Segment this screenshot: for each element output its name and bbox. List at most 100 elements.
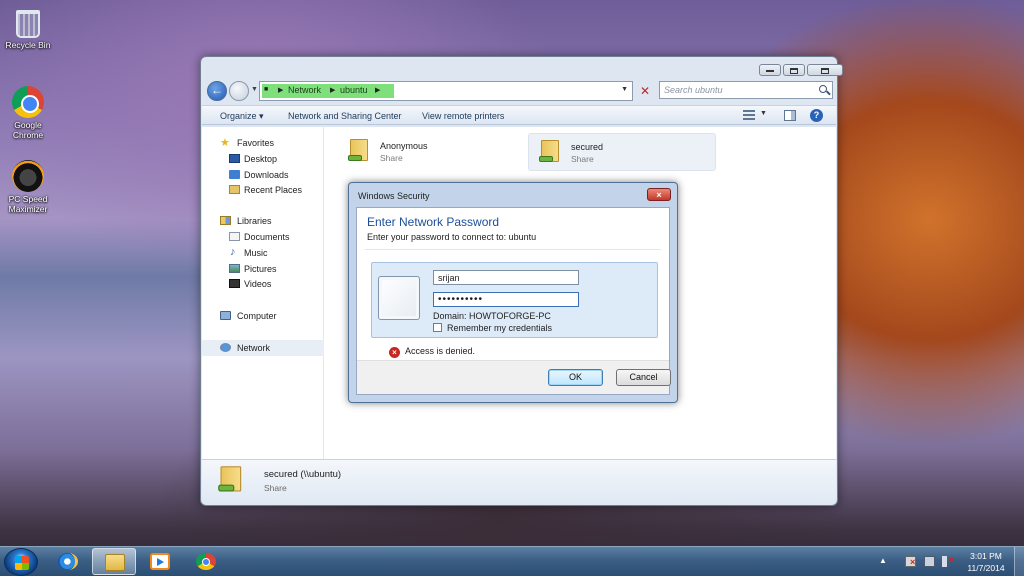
nav-item-desktop[interactable]: Desktop — [202, 151, 324, 167]
desktop-icon-label: PC Speed Maximizer — [8, 194, 48, 214]
windows-explorer-icon — [105, 554, 125, 571]
error-text: Access is denied. — [405, 346, 476, 356]
chevron-right-icon[interactable]: ▶ — [330, 86, 335, 94]
dialog-subtitle: Enter your password to connect to: ubunt… — [367, 232, 537, 242]
taskbar-windows-explorer[interactable] — [92, 548, 136, 575]
cancel-button[interactable]: Cancel — [616, 369, 671, 386]
error-message: × Access is denied. — [389, 346, 475, 358]
username-input[interactable]: srijan — [433, 270, 579, 285]
dialog-close-button[interactable]: × — [647, 188, 671, 201]
nav-item-pictures[interactable]: Pictures — [202, 261, 324, 277]
dialog-heading: Enter Network Password — [367, 215, 500, 229]
recycle-bin-icon — [16, 10, 40, 38]
checkbox-icon[interactable] — [433, 323, 442, 332]
share-secured[interactable]: secured Share — [528, 133, 716, 171]
shared-folder-icon — [539, 138, 563, 166]
chevron-down-icon[interactable]: ▼ — [760, 110, 767, 117]
start-button[interactable] — [4, 548, 38, 576]
recent-places-icon — [229, 185, 240, 194]
nav-item-label: Downloads — [244, 170, 289, 180]
share-type: Share — [380, 153, 403, 163]
breadcrumb-network[interactable]: Network — [288, 85, 321, 95]
credential-tile: srijan •••••••••• Domain: HOWTOFORGE-PC … — [371, 262, 658, 338]
dialog-body: Enter Network Password Enter your passwo… — [356, 207, 671, 395]
nav-item-videos[interactable]: Videos — [202, 276, 324, 292]
breadcrumb-ubuntu[interactable]: ubuntu — [340, 85, 368, 95]
dialog-footer: OK Cancel — [357, 360, 671, 394]
domain-label: Domain: HOWTOFORGE-PC — [433, 311, 551, 321]
nav-item-music[interactable]: ♪ Music — [202, 245, 324, 261]
desktop-icon-recycle-bin[interactable]: Recycle Bin — [4, 6, 52, 50]
chrome-icon — [196, 553, 216, 570]
chevron-right-icon[interactable]: ▶ — [375, 86, 380, 94]
arrow-left-icon: ← — [211, 83, 223, 97]
close-icon: × — [656, 190, 662, 200]
user-avatar-icon — [378, 276, 420, 320]
password-input[interactable]: •••••••••• — [433, 292, 579, 307]
nav-item-libraries[interactable]: Libraries — [202, 213, 324, 229]
nav-item-label: Libraries — [237, 216, 272, 226]
stop-button[interactable]: ✕ — [635, 81, 655, 101]
organize-button[interactable]: Organize ▾ — [220, 111, 264, 122]
back-button[interactable]: ← — [207, 81, 227, 101]
address-bar[interactable]: ■ ▶ Network ▶ ubuntu ▶ ▼ — [259, 81, 633, 101]
nav-item-label: Documents — [244, 232, 290, 242]
chevron-down-icon[interactable]: ▼ — [621, 86, 628, 93]
shared-folder-icon — [218, 464, 246, 496]
views-icon[interactable] — [743, 110, 755, 120]
minimize-button[interactable] — [759, 64, 781, 76]
search-placeholder: Search ubuntu — [664, 85, 723, 95]
share-anonymous[interactable]: Anonymous Share — [338, 133, 526, 171]
action-center-icon[interactable] — [905, 556, 916, 567]
nav-item-documents[interactable]: Documents — [202, 229, 324, 245]
maximize-icon — [790, 68, 798, 74]
volume-muted-icon[interactable] — [942, 556, 954, 567]
documents-icon — [229, 232, 240, 241]
show-desktop-button[interactable] — [1014, 547, 1024, 576]
divider — [365, 249, 661, 250]
command-bar: Organize ▾ Network and Sharing Center Vi… — [202, 105, 836, 125]
desktop-icon-pc-speed-maximizer[interactable]: PC Speed Maximizer — [4, 160, 52, 214]
ok-button[interactable]: OK — [548, 369, 603, 386]
nav-item-computer[interactable]: Computer — [202, 308, 324, 324]
videos-icon — [229, 279, 240, 288]
forward-button[interactable] — [229, 81, 249, 101]
nav-item-recent-places[interactable]: Recent Places — [202, 182, 324, 198]
windows-security-dialog: Windows Security × Enter Network Passwor… — [348, 182, 678, 403]
taskbar-media-player[interactable] — [138, 548, 182, 575]
nav-item-label: Pictures — [244, 264, 277, 274]
taskbar-google-chrome[interactable] — [184, 548, 228, 575]
help-icon[interactable]: ? — [810, 109, 823, 122]
nav-item-favorites[interactable]: ★ Favorites — [202, 135, 324, 151]
chevron-right-icon[interactable]: ▶ — [278, 86, 283, 94]
remember-credentials-checkbox[interactable]: Remember my credentials — [433, 323, 552, 333]
close-icon — [821, 68, 829, 74]
preview-pane-icon[interactable] — [784, 110, 796, 121]
network-icon: ■ — [264, 86, 269, 93]
recent-pages-dropdown[interactable]: ▼ — [251, 86, 258, 93]
navigation-pane: ★ Favorites Desktop Downloads Recent Plac… — [202, 127, 324, 459]
search-input[interactable]: Search ubuntu — [659, 81, 833, 99]
share-name: secured — [571, 142, 604, 152]
nav-item-downloads[interactable]: Downloads — [202, 167, 324, 183]
maximize-button[interactable] — [783, 64, 805, 76]
dialog-title: Windows Security — [358, 191, 430, 201]
clock-time[interactable]: 3:01 PM — [962, 551, 1010, 561]
close-icon: ✕ — [639, 84, 651, 98]
network-status-icon[interactable] — [924, 556, 935, 567]
network-sharing-center-button[interactable]: Network and Sharing Center — [288, 111, 402, 121]
navigation-bar: ← ▼ ■ ▶ Network ▶ ubuntu ▶ ▼ ✕ Search ub… — [207, 79, 833, 103]
close-button[interactable] — [807, 64, 843, 76]
desktop-icon — [229, 154, 240, 163]
desktop-icon-google-chrome[interactable]: Google Chrome — [4, 86, 52, 140]
view-remote-printers-button[interactable]: View remote printers — [422, 111, 504, 121]
downloads-icon — [229, 170, 240, 179]
search-icon[interactable] — [819, 85, 827, 93]
desktop-icon-label: Google Chrome — [12, 120, 44, 140]
clock-date[interactable]: 11/7/2014 — [962, 563, 1010, 573]
chrome-icon — [12, 86, 44, 118]
nav-item-network[interactable]: Network — [202, 340, 324, 356]
show-hidden-icons-button[interactable]: ▲ — [879, 556, 887, 565]
share-name: Anonymous — [380, 141, 428, 151]
taskbar-internet-explorer[interactable] — [46, 548, 90, 575]
